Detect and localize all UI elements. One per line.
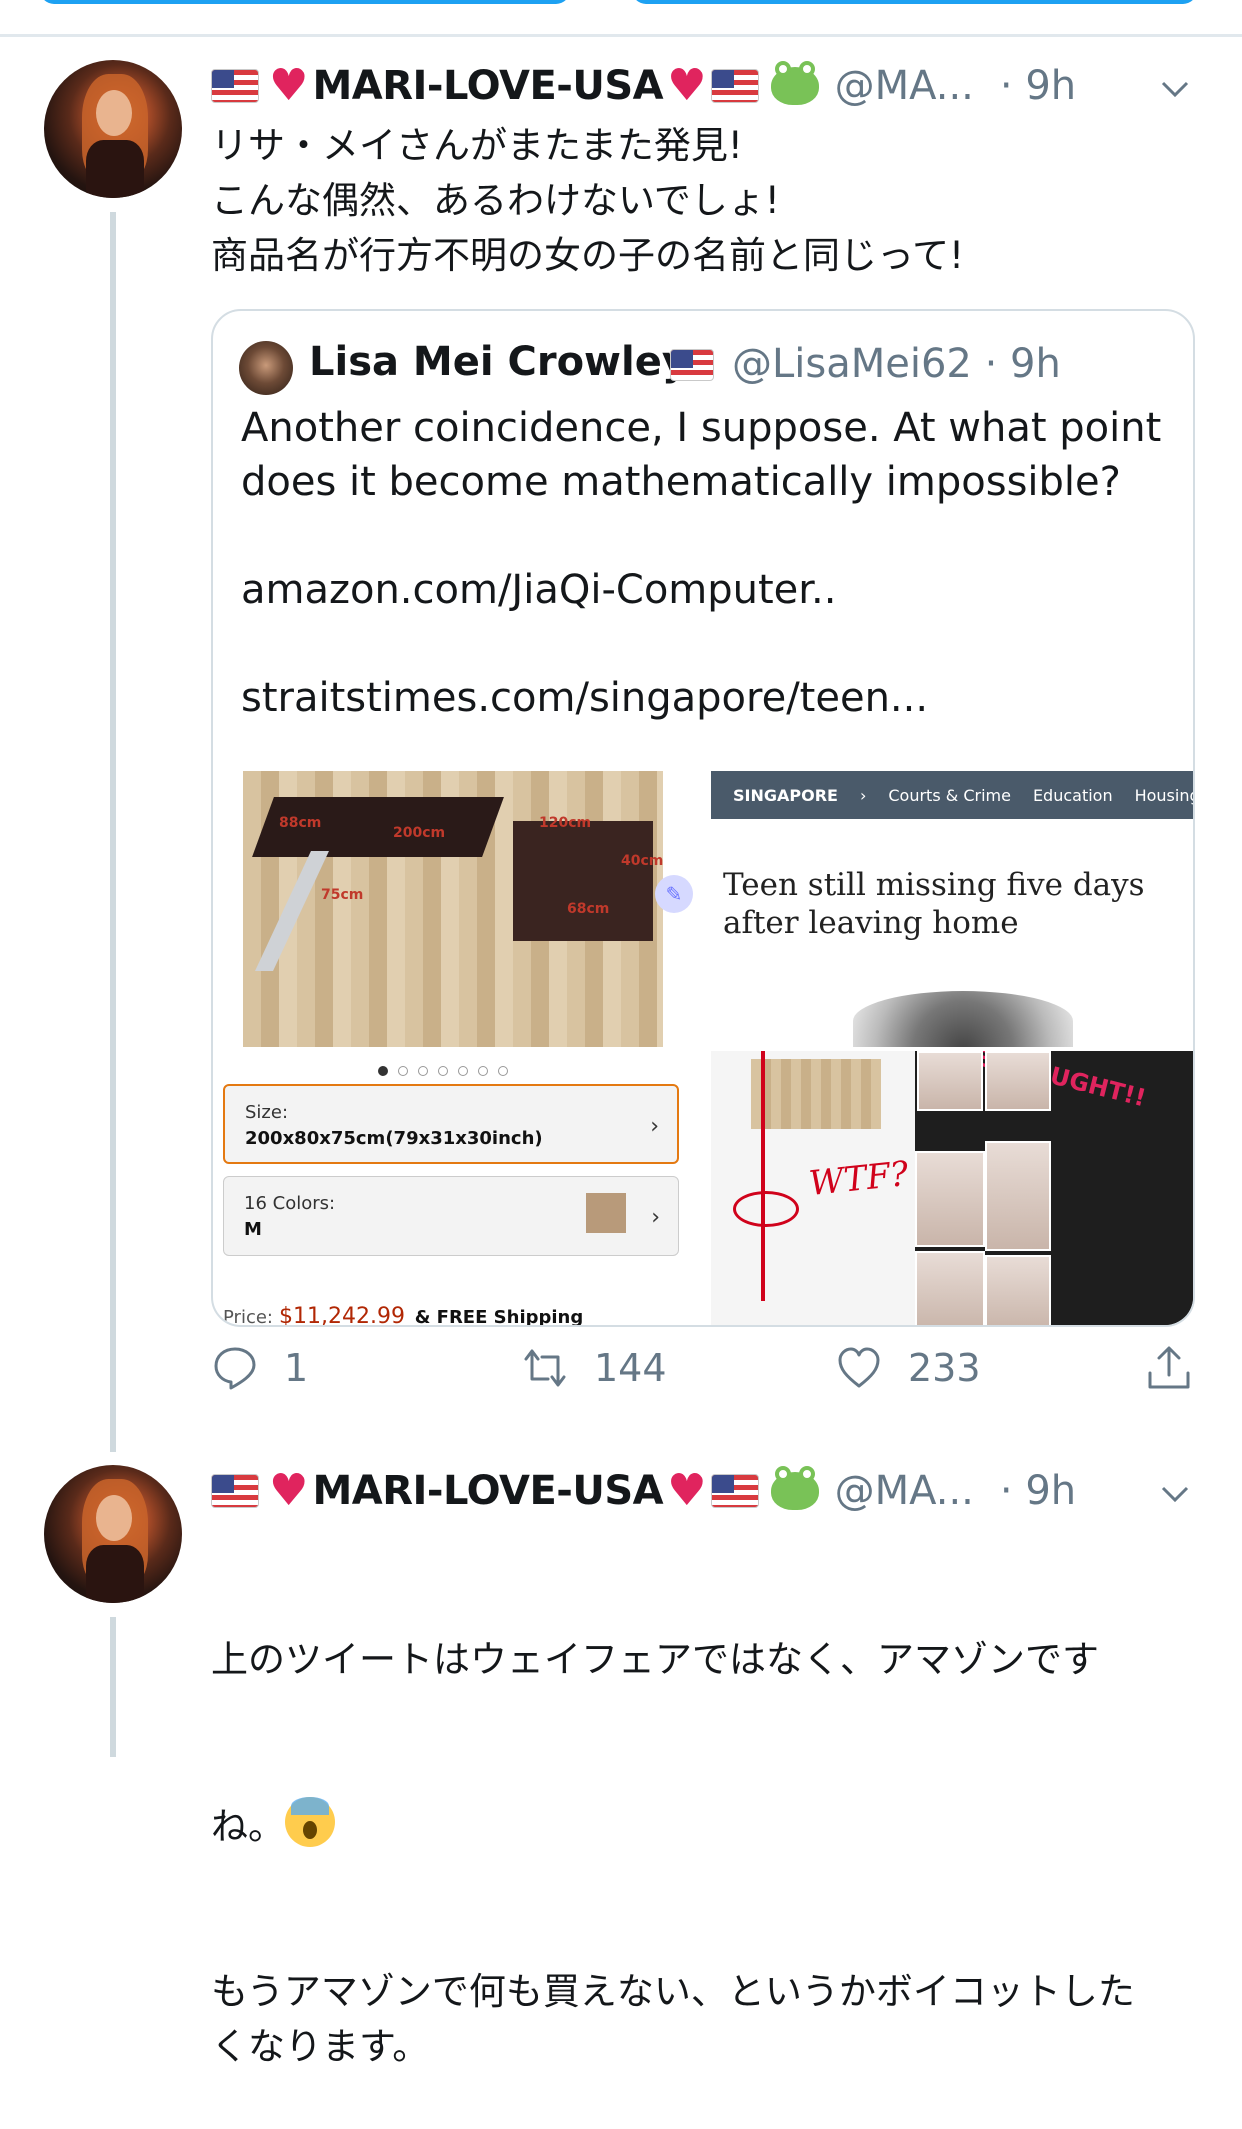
news-article-screenshot: SINGAPORE › Courts & Crime Education Hou… <box>711 771 1195 1047</box>
price-amount: $11,242.99 <box>278 1304 405 1327</box>
dimension-label: 88cm <box>279 815 322 831</box>
tweet-text-fragment: ね。 <box>211 1805 285 1848</box>
collage-photo <box>985 1255 1051 1325</box>
size-label: Size: <box>245 1102 289 1123</box>
quoted-avatar <box>239 341 293 395</box>
display-name[interactable]: MARI-LOVE-USA <box>312 63 663 109</box>
thread-line <box>110 1617 116 1757</box>
dimension-label: 200cm <box>393 825 446 841</box>
evidence-collage: WTF? BEEN CAUGHT!! <box>711 1051 1193 1325</box>
colors-label: 16 Colors: <box>244 1193 336 1214</box>
edit-icon: ✎ <box>655 875 693 913</box>
tweet-text: 上のツイートはウェイフェアではなく、アマゾンです ね。 もうアマゾンで何も買えな… <box>211 1522 1211 2129</box>
color-thumbnail <box>586 1193 626 1233</box>
chevron-right-icon: › <box>650 1114 659 1139</box>
heart-emoji-icon: ♥ <box>667 60 707 111</box>
dimension-label: 120cm <box>539 815 592 831</box>
timestamp[interactable]: · 9h <box>1000 63 1076 109</box>
quoted-media[interactable]: 88cm 200cm 120cm 40cm 75cm 68cm Size: 20… <box>223 771 1193 1325</box>
article-nav: SINGAPORE › Courts & Crime Education Hou… <box>711 771 1195 819</box>
size-selector: Size: 200x80x75cm(79x31x30inch) › <box>223 1084 679 1164</box>
quoted-handle-time: @LisaMei62 · 9h <box>732 341 1061 387</box>
nav-section: SINGAPORE <box>733 785 838 805</box>
chevron-right-icon: › <box>651 1205 660 1230</box>
dimension-label: 75cm <box>321 887 364 903</box>
tweet-actions: 1 144 233 <box>0 1345 1242 1405</box>
frog-emoji-icon <box>770 61 819 105</box>
nav-item: Housing <box>1134 785 1195 805</box>
quoted-text: Another coincidence, I suppose. At what … <box>241 405 1162 721</box>
tweet-header: ♥ MARI-LOVE-USA ♥ @MA... · 9h <box>211 56 1076 116</box>
like-count: 233 <box>908 1346 981 1390</box>
heart-emoji-icon: ♥ <box>269 1465 309 1516</box>
tab-indicator-left <box>40 0 570 4</box>
us-flag-icon <box>670 349 714 381</box>
collage-photo <box>915 1251 985 1325</box>
nav-separator: › <box>859 785 867 805</box>
chevron-down-icon[interactable] <box>1160 74 1190 104</box>
dimension-label: 40cm <box>621 853 663 869</box>
us-flag-icon <box>211 1474 259 1508</box>
collage-photo <box>915 1151 985 1247</box>
us-flag-icon <box>710 1474 759 1508</box>
quoted-display-name: Lisa Mei Crowley <box>309 339 688 385</box>
heart-emoji-icon: ♥ <box>269 60 309 111</box>
retweet-button[interactable]: 144 <box>522 1345 667 1391</box>
tweet-text: リサ・メイさんがまたまた発見! こんな偶然、あるわけないでしょ! 商品名が行方不… <box>211 124 964 277</box>
carousel-dots <box>378 1066 508 1076</box>
heart-icon <box>838 1347 880 1388</box>
price: Price: $11,242.99 & FREE Shipping <box>223 1304 584 1327</box>
chevron-down-icon[interactable] <box>1160 1479 1190 1509</box>
retweet-count: 144 <box>594 1346 667 1390</box>
collage-photo <box>917 1051 983 1111</box>
free-shipping: & FREE Shipping <box>414 1307 584 1327</box>
avatar[interactable] <box>44 60 182 198</box>
handle[interactable]: @MA... <box>835 1468 974 1514</box>
avatar[interactable] <box>44 1465 182 1603</box>
tweet-header: ♥ MARI-LOVE-USA ♥ @MA... · 9h <box>211 1461 1076 1521</box>
share-icon <box>1148 1346 1190 1389</box>
colors-value: M <box>244 1219 262 1240</box>
thread-line <box>110 212 116 1452</box>
price-label: Price: <box>223 1307 273 1327</box>
retweet-icon <box>524 1349 566 1387</box>
product-image: 88cm 200cm 120cm 40cm 75cm 68cm <box>243 771 663 1047</box>
handle[interactable]: @MA... <box>835 63 974 109</box>
reply-icon <box>214 1347 256 1390</box>
size-value: 200x80x75cm(79x31x30inch) <box>245 1128 543 1149</box>
collage-photo <box>985 1141 1051 1251</box>
us-flag-icon <box>211 69 259 103</box>
collage-photo <box>985 1051 1051 1111</box>
tweet-text-line: もうアマゾンで何も買えない、というかボイコットした くなります。 <box>211 1970 1135 2068</box>
quoted-tweet[interactable]: Lisa Mei Crowley @LisaMei62 · 9h Another… <box>211 309 1195 1327</box>
collage-dark-panel <box>1051 1111 1193 1325</box>
tweet-text-line: 上のツイートはウェイフェアではなく、アマゾンです <box>211 1638 1099 1681</box>
reply-button[interactable]: 1 <box>212 1345 308 1391</box>
tweet-text-line: ね。 <box>211 1797 1211 1854</box>
tab-indicator-right <box>632 0 1197 4</box>
nav-item: Courts & Crime <box>888 785 1011 805</box>
article-photo <box>853 991 1073 1047</box>
us-flag-icon <box>710 69 759 103</box>
display-name[interactable]: MARI-LOVE-USA <box>312 1468 663 1514</box>
divider <box>0 34 1242 37</box>
frog-emoji-icon <box>770 1466 819 1510</box>
like-button[interactable]: 233 <box>836 1345 981 1391</box>
heart-emoji-icon: ♥ <box>667 1465 707 1516</box>
share-button[interactable] <box>1146 1345 1218 1391</box>
nav-item: Education <box>1032 785 1113 805</box>
reply-count: 1 <box>284 1346 309 1390</box>
article-headline: Teen still missing five days after leavi… <box>723 867 1145 941</box>
color-selector: 16 Colors: M › <box>223 1176 679 1256</box>
timestamp[interactable]: · 9h <box>1000 1468 1076 1514</box>
dimension-label: 68cm <box>567 901 610 917</box>
screaming-face-icon <box>285 1797 335 1847</box>
